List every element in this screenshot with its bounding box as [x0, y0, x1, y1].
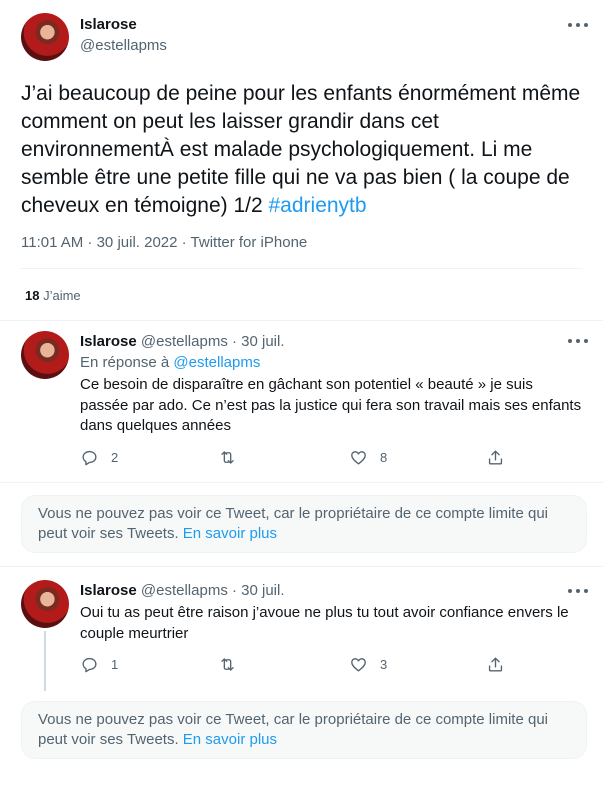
likes-label: J’aime [43, 288, 81, 303]
retweet-icon [221, 658, 234, 671]
reply-icon [82, 657, 97, 673]
retweet-button[interactable] [218, 655, 249, 674]
reply-to: En réponse à @estellapms [80, 354, 260, 371]
avatar[interactable] [21, 13, 69, 61]
notice-text: Vous ne pouvez pas voir ce Tweet, car le… [38, 505, 548, 542]
reply-button[interactable]: 1 [80, 655, 118, 674]
notice-text: Vous ne pouvez pas voir ce Tweet, car le… [38, 711, 548, 748]
divider [0, 320, 603, 321]
share-icon [488, 657, 503, 672]
divider [0, 482, 603, 483]
display-name[interactable]: Islarose [80, 333, 137, 350]
reply-button[interactable]: 2 [80, 448, 118, 467]
reply-text: Oui tu as peut être raison j’avoue ne pl… [80, 604, 569, 642]
tweet-text: J’ai beaucoup de peine pour les enfants … [21, 80, 591, 220]
share-button[interactable] [486, 655, 505, 674]
display-name[interactable]: Islarose [80, 582, 137, 599]
reply-to-handle[interactable]: @estellapms [173, 354, 260, 371]
unavailable-tweet-notice: Vous ne pouvez pas voir ce Tweet, car le… [21, 701, 587, 759]
like-button[interactable]: 8 [349, 448, 387, 467]
heart-icon [351, 451, 366, 465]
like-button[interactable]: 3 [349, 655, 387, 674]
divider [0, 566, 603, 567]
avatar[interactable] [21, 580, 69, 628]
hashtag-link[interactable]: #adrienytb [269, 194, 367, 217]
more-options-icon[interactable] [568, 338, 588, 344]
tweet-timestamp[interactable]: 11:01 AM · 30 juil. 2022 · Twitter for i… [21, 234, 307, 251]
more-options-icon[interactable] [568, 22, 588, 28]
like-count: 3 [380, 657, 388, 672]
retweet-button[interactable] [218, 448, 249, 467]
display-name[interactable]: Islarose [80, 16, 137, 33]
like-count: 8 [380, 450, 388, 465]
reply-header: Islarose @estellapms · 30 juil. [80, 582, 285, 599]
reply-text: Ce besoin de disparaître en gâchant son … [80, 376, 582, 434]
retweet-icon [221, 451, 234, 464]
learn-more-link[interactable]: En savoir plus [183, 525, 277, 542]
unavailable-tweet-notice: Vous ne pouvez pas voir ce Tweet, car le… [21, 495, 587, 553]
handle[interactable]: @estellapms [80, 37, 167, 54]
avatar[interactable] [21, 331, 69, 379]
reply-count: 2 [111, 450, 119, 465]
more-options-icon[interactable] [568, 588, 588, 594]
reply-header: Islarose @estellapms · 30 juil. [80, 333, 285, 350]
reply-count: 1 [111, 657, 119, 672]
heart-icon [351, 658, 366, 672]
share-button[interactable] [486, 448, 505, 467]
learn-more-link[interactable]: En savoir plus [183, 731, 277, 748]
reply-icon [82, 450, 97, 466]
handle-date[interactable]: @estellapms · 30 juil. [141, 333, 285, 350]
handle-date[interactable]: @estellapms · 30 juil. [141, 582, 285, 599]
likes-stat[interactable]: 18 J’aime [25, 288, 81, 303]
reply-to-label: En réponse à [80, 354, 174, 371]
thread-line [44, 631, 46, 691]
share-icon [488, 450, 503, 465]
likes-count: 18 [25, 288, 40, 303]
divider [21, 268, 583, 269]
